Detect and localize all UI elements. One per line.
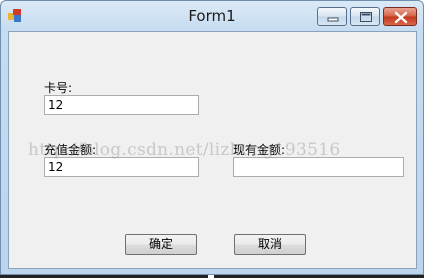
watermark-text: http://blog.csdn.net/lizhong193516 (28, 140, 341, 160)
close-button[interactable] (383, 7, 417, 26)
balance-input[interactable] (233, 157, 404, 177)
maximize-icon (360, 12, 372, 22)
card-number-label: 卡号: (44, 81, 73, 95)
card-number-input[interactable]: 12 (44, 95, 199, 115)
form1-window: Form1 卡号: 12 充值金额: 12 现有金额: 确定 取消 http:/… (0, 0, 424, 275)
minimize-button[interactable] (317, 7, 347, 26)
minimize-icon (327, 17, 339, 22)
title-bar[interactable]: Form1 (1, 1, 423, 31)
cancel-button[interactable]: 取消 (234, 234, 306, 255)
recharge-amount-input[interactable]: 12 (44, 157, 199, 177)
confirm-button[interactable]: 确定 (125, 234, 197, 255)
maximize-button[interactable] (350, 7, 380, 26)
close-icon (394, 11, 408, 24)
